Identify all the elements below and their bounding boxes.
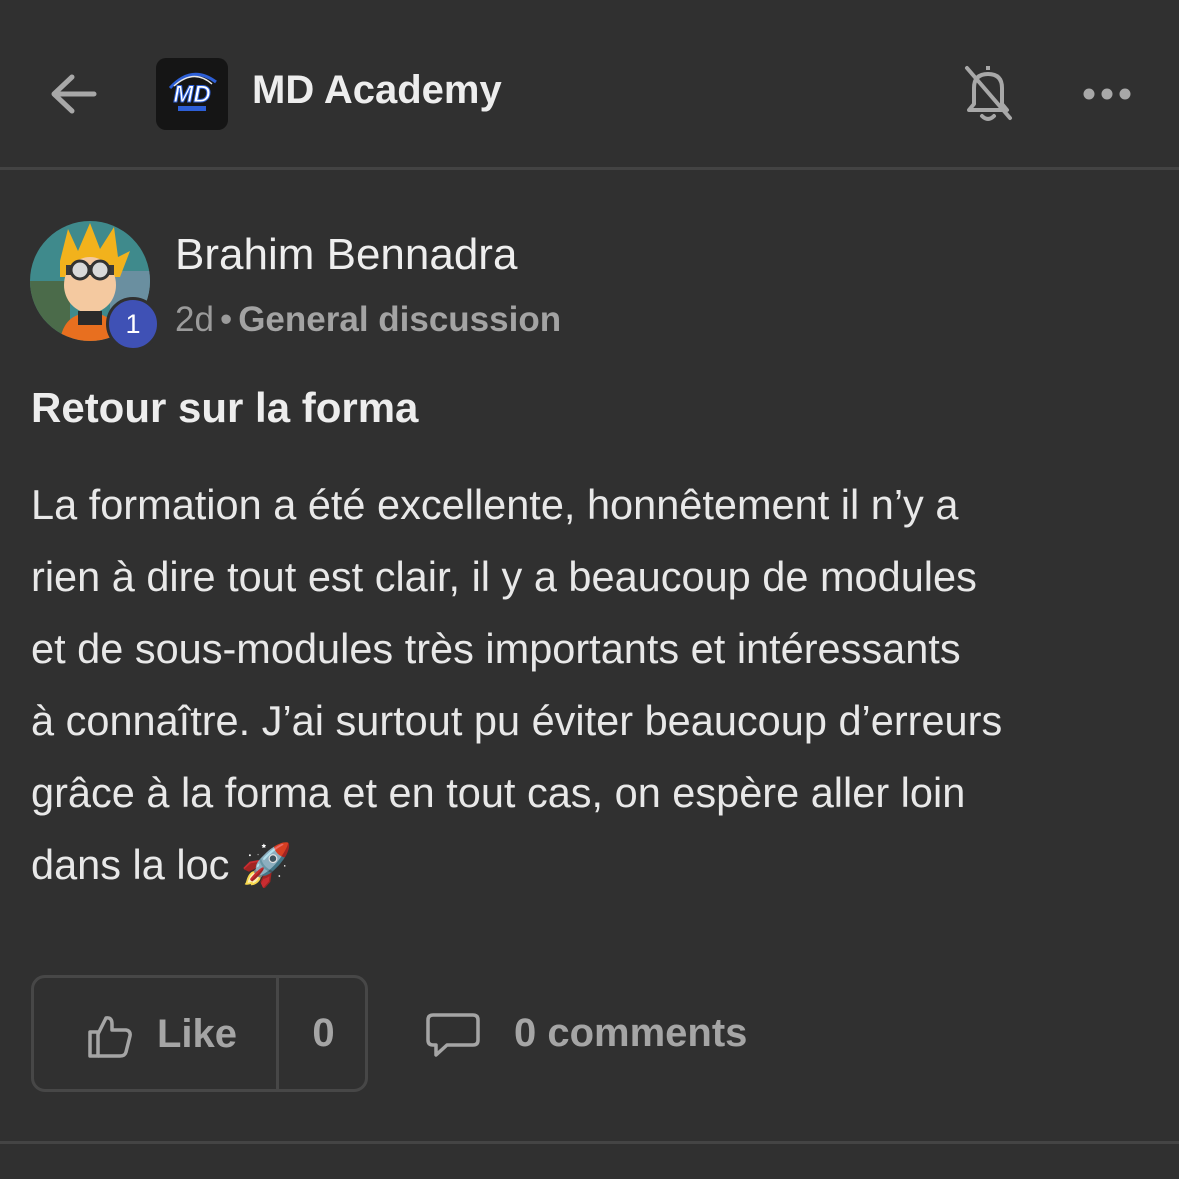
post-body-line: La formation a été excellente, honnêteme…	[31, 481, 959, 528]
group-name[interactable]: MD Academy	[252, 68, 502, 113]
more-horizontal-icon	[1083, 88, 1131, 100]
top-bar: MD MD Academy	[0, 0, 1179, 170]
divider	[0, 1141, 1179, 1144]
more-options-button[interactable]	[1078, 74, 1138, 114]
back-button[interactable]	[44, 64, 104, 124]
post-body-line: rien à dire tout est clair, il y a beauc…	[31, 553, 977, 600]
like-count[interactable]: 0	[279, 978, 368, 1089]
post-body-line: grâce à la forma et en tout cas, on espè…	[31, 769, 966, 816]
post-meta: 2d • General discussion	[175, 300, 561, 340]
like-label: Like	[157, 1012, 238, 1056]
group-logo[interactable]: MD	[156, 58, 228, 130]
logo-text: MD	[173, 81, 210, 108]
post-body-line: et de sous-modules très importants et in…	[31, 625, 961, 672]
meta-separator: •	[219, 300, 233, 339]
level-badge: 1	[106, 297, 160, 351]
notifications-button[interactable]	[958, 58, 1018, 128]
author-name[interactable]: Brahim Bennadra	[175, 230, 517, 280]
author-avatar-container[interactable]: 1	[30, 221, 164, 355]
post-category[interactable]: General discussion	[238, 300, 561, 339]
post-body-line: dans la loc 🚀	[31, 841, 293, 888]
like-button[interactable]: Like	[34, 978, 276, 1089]
thumbs-up-icon	[88, 1016, 132, 1058]
post-title: Retour sur la forma	[31, 384, 419, 431]
post-time: 2d	[175, 300, 214, 339]
post-body-line: à connaître. J’ai surtout pu éviter beau…	[31, 697, 1003, 744]
bell-off-icon	[965, 66, 1012, 121]
comment-icon	[426, 1013, 480, 1057]
arrow-left-icon	[51, 74, 97, 114]
comments-count-label: 0 comments	[514, 1011, 748, 1055]
like-box: Like 0	[31, 975, 368, 1092]
comments-button[interactable]: 0 comments	[425, 1005, 765, 1065]
post-body: La formation a été excellente, honnêteme…	[31, 469, 1161, 901]
